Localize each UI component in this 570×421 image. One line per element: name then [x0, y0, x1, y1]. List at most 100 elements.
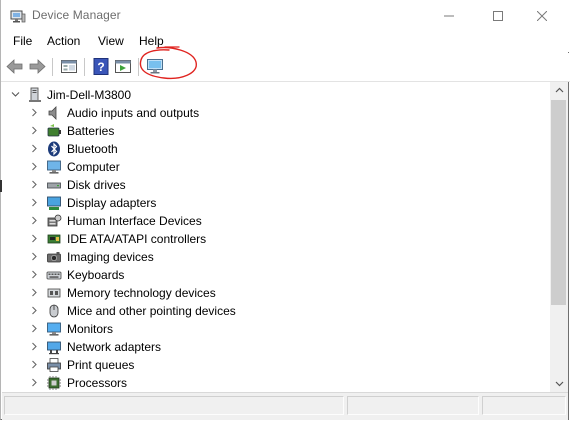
tree-item[interactable]: Display adapters [2, 194, 542, 212]
vertical-scrollbar[interactable] [550, 82, 568, 392]
device-manager-window: Device Manager File Action View Help ? J… [0, 0, 570, 420]
tree-item[interactable]: IDE ATA/ATAPI controllers [2, 230, 542, 248]
status-pane-right [482, 396, 566, 415]
speaker-icon [48, 106, 57, 120]
tree-item[interactable]: Bluetooth [2, 140, 542, 158]
device-manager-app-icon [10, 8, 26, 24]
tree-item-label: Batteries [67, 124, 115, 138]
expand-chevron-icon[interactable] [30, 378, 39, 387]
help-button[interactable]: ? [92, 58, 110, 75]
bluetooth-icon [48, 141, 60, 157]
tree-item[interactable]: Audio inputs and outputs [2, 104, 542, 122]
expand-chevron-icon[interactable] [30, 342, 39, 351]
minimize-icon [444, 15, 454, 16]
tree-item[interactable]: Processors [2, 374, 542, 392]
scan-hardware-changes-button[interactable] [146, 58, 164, 75]
close-button[interactable] [519, 0, 565, 31]
expand-chevron-icon[interactable] [30, 126, 39, 135]
scroll-thumb[interactable] [551, 100, 566, 305]
tree-item-label: Audio inputs and outputs [67, 106, 200, 120]
tree-item[interactable]: Network adapters [2, 338, 542, 356]
processor-icon [47, 376, 61, 390]
tree-item-label: IDE ATA/ATAPI controllers [67, 232, 207, 246]
computer-icon [47, 160, 61, 174]
back-button[interactable] [6, 58, 24, 75]
expand-chevron-icon[interactable] [30, 180, 39, 189]
window-title: Device Manager [32, 8, 121, 22]
tree-item[interactable]: Keyboards [2, 266, 542, 284]
properties-icon [61, 60, 77, 73]
expand-chevron-icon[interactable] [30, 162, 39, 171]
menu-action[interactable]: Action [47, 34, 80, 48]
update-driver-button[interactable] [114, 58, 132, 75]
tree-item-label: Display adapters [67, 196, 157, 210]
tree-item-label: Keyboards [67, 268, 125, 282]
menu-view[interactable]: View [98, 34, 124, 48]
tree-root-label: Jim-Dell-M3800 [47, 88, 132, 102]
expand-chevron-icon[interactable] [30, 324, 39, 333]
title-bar[interactable]: Device Manager [1, 0, 570, 31]
chevron-down-icon [555, 381, 563, 387]
status-bar [2, 392, 568, 420]
tree-item[interactable]: Mice and other pointing devices [2, 302, 542, 320]
menu-file[interactable]: File [13, 34, 32, 48]
close-icon [537, 10, 547, 21]
expand-chevron-icon[interactable] [30, 216, 39, 225]
camera-icon [47, 252, 61, 263]
menu-help[interactable]: Help [139, 34, 164, 48]
expand-chevron-icon[interactable] [30, 288, 39, 297]
toolbar: ? [1, 53, 570, 82]
menu-bar: File Action View Help [1, 31, 570, 52]
computer-root-icon [29, 87, 41, 102]
printer-icon [47, 358, 61, 372]
scroll-down-button[interactable] [550, 376, 568, 392]
expand-chevron-icon[interactable] [30, 108, 39, 117]
toolbar-separator [138, 58, 139, 76]
ide-controller-icon [47, 234, 61, 244]
svg-text:?: ? [97, 60, 104, 74]
toolbar-separator [52, 58, 53, 76]
expand-chevron-icon[interactable] [30, 252, 39, 261]
expand-chevron-icon[interactable] [30, 306, 39, 315]
tree-item-label: Human Interface Devices [67, 214, 202, 228]
disk-drive-icon [47, 182, 61, 189]
scroll-up-button[interactable] [550, 82, 568, 98]
expand-chevron-icon[interactable] [30, 144, 39, 153]
tree-item-label: Bluetooth [67, 142, 118, 156]
network-adapter-icon [47, 341, 61, 355]
tree-item-label: Mice and other pointing devices [67, 304, 236, 318]
tree-item[interactable]: Disk drives [2, 176, 542, 194]
hid-icon [47, 214, 62, 227]
tree-item-label: Disk drives [67, 178, 126, 192]
expand-chevron-icon[interactable] [30, 270, 39, 279]
expand-chevron-icon[interactable] [30, 360, 39, 369]
tree-item[interactable]: Human Interface Devices [2, 212, 542, 230]
window-edge-artifact [0, 180, 2, 192]
tree-item[interactable]: Batteries [2, 122, 542, 140]
maximize-button[interactable] [475, 0, 521, 31]
battery-icon [47, 124, 61, 137]
collapse-chevron-icon[interactable] [11, 90, 20, 99]
tree-item[interactable]: Memory technology devices [2, 284, 542, 302]
maximize-icon [493, 10, 503, 21]
tree-item[interactable]: Print queues [2, 356, 542, 374]
memory-icon [47, 288, 61, 298]
tree-item[interactable]: Monitors [2, 320, 542, 338]
tree-root-node[interactable]: Jim-Dell-M3800 [2, 86, 542, 104]
back-arrow-icon [6, 59, 23, 74]
monitor-icon [47, 322, 61, 336]
tree-item[interactable]: Imaging devices [2, 248, 542, 266]
expand-chevron-icon[interactable] [30, 198, 39, 207]
keyboard-icon [46, 271, 62, 280]
chevron-up-icon [555, 87, 563, 93]
tree-item[interactable]: Computer [2, 158, 542, 176]
tree-item-label: Print queues [67, 358, 135, 372]
forward-button[interactable] [28, 58, 46, 75]
expand-chevron-icon[interactable] [30, 234, 39, 243]
display-adapter-icon [47, 196, 61, 210]
properties-button[interactable] [60, 58, 78, 75]
tree-item-label: Network adapters [67, 340, 162, 354]
device-tree[interactable]: Jim-Dell-M3800 Audio inputs and outputs B… [2, 82, 550, 392]
minimize-button[interactable] [426, 0, 472, 31]
tree-item-label: Imaging devices [67, 250, 154, 264]
